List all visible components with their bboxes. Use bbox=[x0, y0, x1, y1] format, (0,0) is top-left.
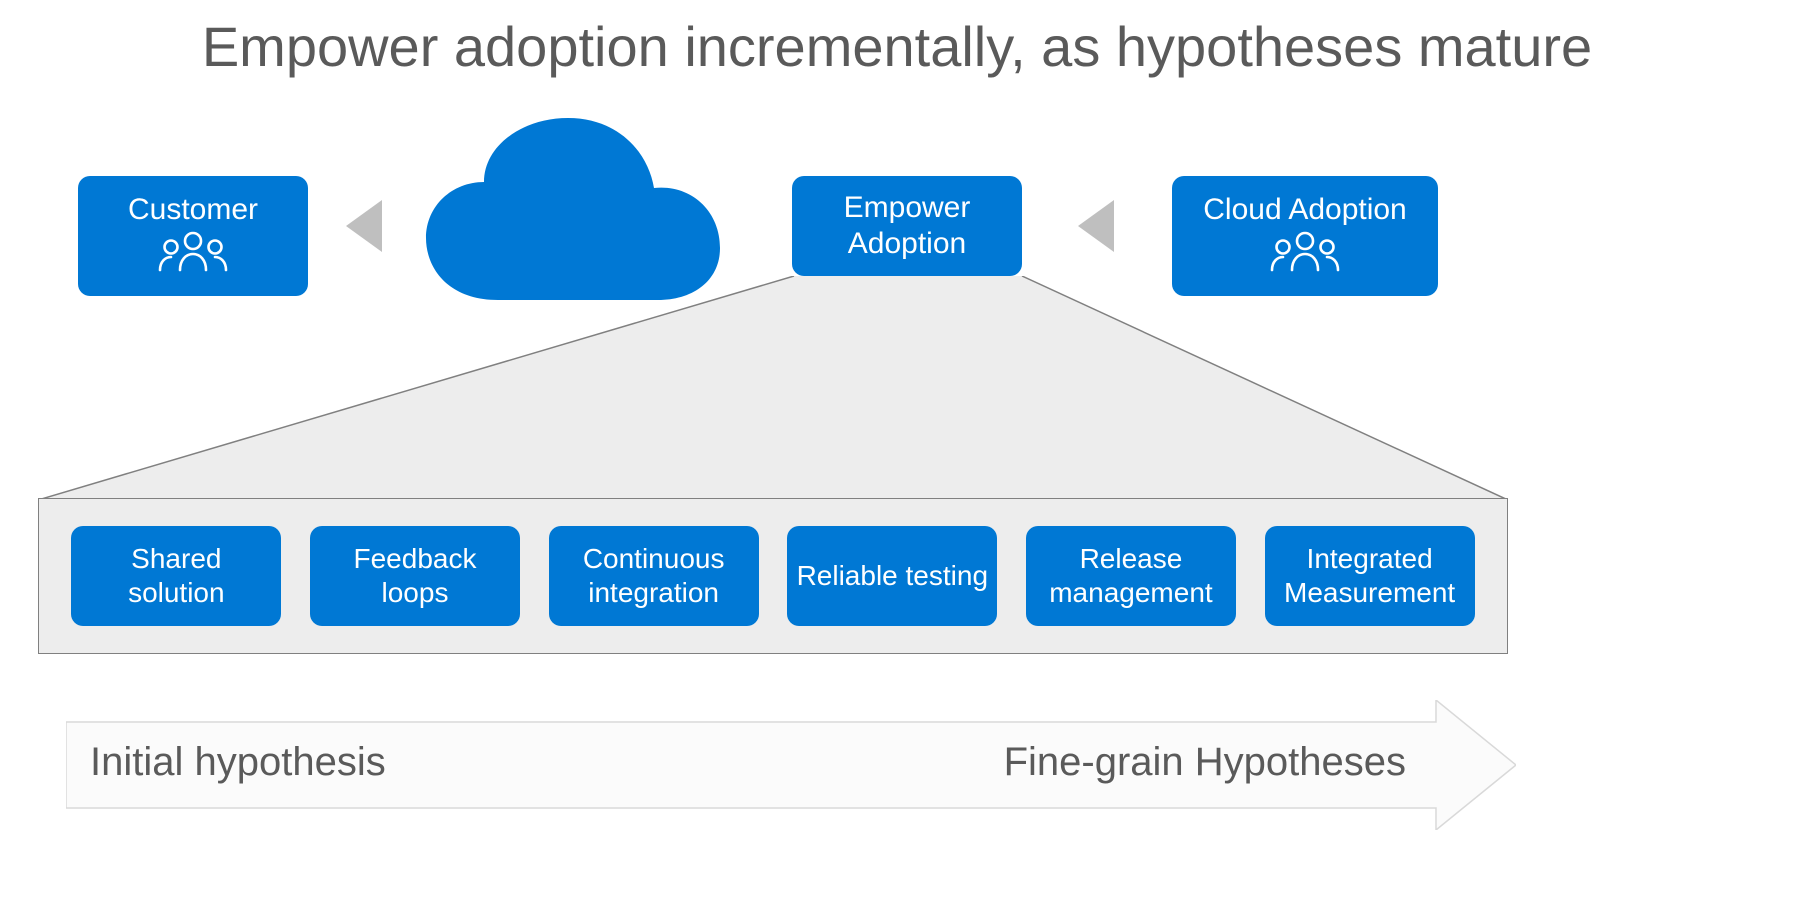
people-icon bbox=[156, 230, 230, 281]
detail-shared-solution: Shared solution bbox=[71, 526, 281, 626]
spectrum-left-label: Initial hypothesis bbox=[90, 740, 386, 785]
node-customer-label: Customer bbox=[128, 192, 258, 228]
spectrum-right-label: Fine-grain Hypotheses bbox=[1004, 740, 1406, 785]
node-cloud-adoption-label: Cloud Adoption bbox=[1203, 192, 1407, 228]
diagram-title: Empower adoption incrementally, as hypot… bbox=[0, 14, 1794, 79]
detail-reliable-testing: Reliable testing bbox=[787, 526, 997, 626]
people-icon bbox=[1268, 230, 1342, 281]
detail-integrated-measurement: Integrated Measurement bbox=[1265, 526, 1475, 626]
detail-release-management: Release management bbox=[1026, 526, 1236, 626]
spectrum-arrow: Initial hypothesis Fine-grain Hypotheses bbox=[66, 700, 1516, 830]
detail-continuous-integration: Continuous integration bbox=[549, 526, 759, 626]
arrow-left-icon bbox=[346, 200, 382, 252]
detail-feedback-loops: Feedback loops bbox=[310, 526, 520, 626]
node-empower-label: Empower Adoption bbox=[844, 190, 971, 262]
expansion-trapezoid bbox=[38, 276, 1508, 500]
detail-box: Shared solution Feedback loops Continuou… bbox=[38, 498, 1508, 654]
node-empower-adoption: Empower Adoption bbox=[792, 176, 1022, 276]
arrow-left-icon bbox=[1078, 200, 1114, 252]
flow-row: Customer Empower Adoption Cloud Adopti bbox=[0, 100, 1794, 300]
